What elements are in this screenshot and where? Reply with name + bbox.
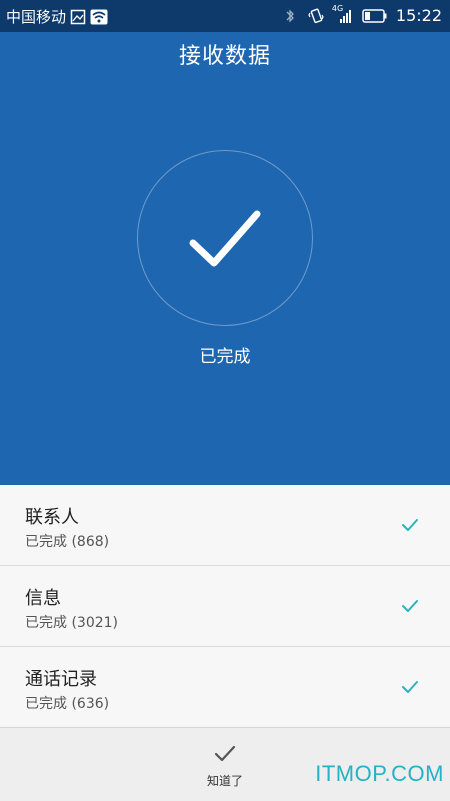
item-status: 已完成 (868) bbox=[25, 534, 110, 550]
item-name: 通话记录 bbox=[25, 669, 97, 690]
result-list: 联系人 已完成 (868) 信息 已完成 (3021) 通话记录 已完成 (63… bbox=[0, 485, 450, 726]
page-title: 接收数据 bbox=[178, 44, 271, 69]
vibrate-icon bbox=[308, 8, 324, 24]
item-status: 已完成 (3021) bbox=[25, 615, 119, 631]
got-it-button[interactable]: 知道了 bbox=[195, 738, 255, 794]
check-icon bbox=[402, 600, 418, 612]
item-name: 联系人 bbox=[25, 507, 79, 528]
header-panel: 中国移动 4G 15:22 接收数据 已完成 bbox=[0, 0, 450, 485]
check-icon bbox=[214, 745, 236, 762]
gallery-icon bbox=[70, 9, 86, 25]
list-item-call-log: 通话记录 已完成 (636) bbox=[0, 647, 450, 727]
checkmark-icon bbox=[189, 210, 261, 267]
wifi-icon bbox=[90, 9, 108, 25]
bluetooth-icon bbox=[284, 8, 300, 24]
check-icon bbox=[402, 519, 418, 531]
completion-status: 已完成 bbox=[199, 347, 251, 367]
got-it-label: 知道了 bbox=[206, 774, 243, 788]
item-status: 已完成 (636) bbox=[25, 696, 110, 712]
list-item-contacts: 联系人 已完成 (868) bbox=[0, 485, 450, 566]
item-name: 信息 bbox=[25, 588, 61, 609]
list-item-messages: 信息 已完成 (3021) bbox=[0, 566, 450, 647]
carrier-label: 中国移动 bbox=[6, 8, 67, 26]
completion-circle bbox=[137, 150, 313, 326]
check-icon bbox=[402, 681, 418, 693]
status-bar: 中国移动 4G 15:22 bbox=[0, 0, 450, 32]
battery-icon bbox=[362, 8, 388, 24]
watermark: ITMOP.COM bbox=[315, 761, 444, 786]
bottom-bar: 知道了 ITMOP.COM bbox=[0, 727, 450, 801]
signal-icon: 4G bbox=[332, 4, 354, 24]
clock: 15:22 bbox=[395, 6, 442, 25]
